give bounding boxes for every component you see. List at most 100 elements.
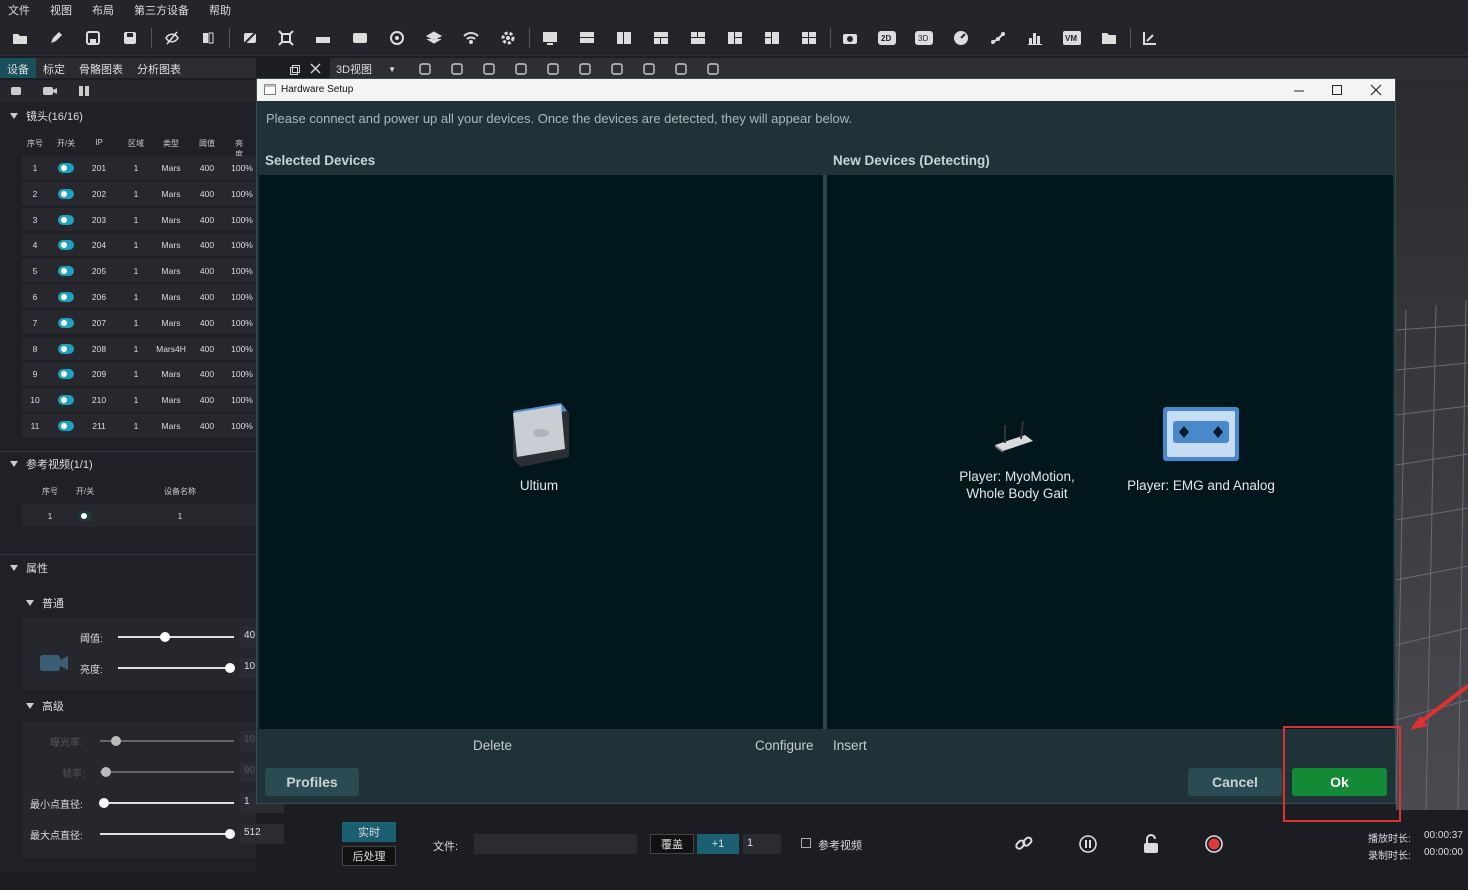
table-row[interactable]: 3 203 1 Mars 400 100% (22, 207, 256, 232)
pencil-icon[interactable] (46, 28, 66, 48)
brightness-slider[interactable] (118, 667, 234, 669)
hide-icon[interactable] (162, 28, 182, 48)
refvideo-checkbox[interactable] (801, 838, 811, 848)
snapshot-icon[interactable] (840, 28, 860, 48)
table-row[interactable]: 8 208 1 Mars4H 400 100% (22, 336, 256, 361)
maximize-icon[interactable] (1329, 82, 1345, 98)
min-diameter-slider[interactable] (100, 802, 234, 804)
table-row[interactable]: 2 202 1 Mars 400 100% (22, 181, 256, 206)
vm-icon[interactable]: VM (1062, 28, 1082, 48)
properties-section-header[interactable]: 属性 (0, 560, 256, 576)
skeleton-icon[interactable] (988, 28, 1008, 48)
refvideo-row[interactable]: 1 1 (22, 504, 256, 528)
camera-off-icon[interactable] (240, 28, 260, 48)
tab-devices[interactable]: 设备 (0, 58, 36, 78)
axis-icon[interactable] (1140, 28, 1160, 48)
layout-hsplit-icon[interactable] (577, 28, 597, 48)
increment-button[interactable]: +1 (697, 834, 739, 854)
advanced-subsection-header[interactable]: 高级 (16, 698, 272, 714)
layout-quad-icon[interactable] (799, 28, 819, 48)
framerate-slider-knob[interactable] (101, 767, 111, 777)
framerate-value[interactable]: 90 (240, 762, 256, 782)
table-row[interactable]: 5 205 1 Mars 400 100% (22, 259, 256, 284)
myomotion-receiver-icon[interactable] (991, 419, 1037, 458)
device-icon[interactable] (10, 85, 22, 100)
layout-three-b-icon[interactable] (688, 28, 708, 48)
max-diameter-slider[interactable] (100, 833, 234, 835)
layout-three-icon[interactable] (651, 28, 671, 48)
layout-three-c-icon[interactable] (725, 28, 745, 48)
dialog-titlebar[interactable]: Hardware Setup (257, 79, 1395, 101)
file-input[interactable] (474, 834, 637, 854)
save-as-icon[interactable] (120, 28, 140, 48)
3d-view-icon[interactable]: 3D (914, 28, 934, 48)
exposure-value[interactable]: 10 (240, 731, 256, 751)
menu-third-party[interactable]: 第三方设备 (134, 2, 189, 18)
configure-action[interactable]: Configure (755, 738, 814, 753)
cancel-button[interactable]: Cancel (1188, 768, 1282, 796)
gear-icon[interactable] (498, 28, 518, 48)
brightness-value[interactable]: 10 (240, 658, 256, 678)
layout-three-d-icon[interactable] (762, 28, 782, 48)
postprocess-button[interactable]: 后处理 (342, 846, 396, 866)
camera-toggle[interactable] (58, 292, 74, 302)
delete-action[interactable]: Delete (473, 738, 512, 753)
unlock-icon[interactable] (1142, 834, 1160, 859)
wifi-icon[interactable] (461, 28, 481, 48)
pause-icon[interactable] (1078, 834, 1098, 859)
layout-vsplit-icon[interactable] (614, 28, 634, 48)
tab-analysis-chart[interactable]: 分析图表 (130, 58, 188, 78)
min-diameter-slider-knob[interactable] (99, 798, 109, 808)
framerate-slider[interactable] (100, 771, 234, 773)
camera-toggle[interactable] (58, 214, 74, 225)
refvideo-section-header[interactable]: 参考视频(1/1) (0, 456, 256, 472)
link-icon[interactable] (1014, 834, 1034, 859)
camera-toggle[interactable] (58, 188, 74, 199)
overwrite-button[interactable]: 覆盖 (650, 834, 694, 854)
menu-view[interactable]: 视图 (50, 2, 72, 18)
ruler-icon[interactable] (313, 28, 333, 48)
camera-toggle[interactable] (58, 317, 74, 328)
mirror-icon[interactable] (198, 28, 218, 48)
camera-toggle[interactable] (58, 266, 74, 277)
refvideo-toggle[interactable] (78, 511, 92, 521)
frame-icon[interactable] (276, 28, 296, 48)
camera-toggle[interactable] (58, 343, 74, 354)
camera-toggle[interactable] (58, 421, 74, 431)
minimize-icon[interactable] (1291, 82, 1307, 98)
table-row[interactable]: 9 209 1 Mars 400 100% (22, 362, 256, 387)
speed-icon[interactable] (951, 28, 971, 48)
3d-viewport[interactable] (1396, 80, 1468, 810)
tab-skeleton-chart[interactable]: 骨骼图表 (72, 58, 130, 78)
threshold-slider[interactable] (118, 636, 234, 638)
table-row[interactable]: 1 201 1 Mars 400 100% (22, 156, 256, 180)
emg-analog-device-icon[interactable] (1163, 407, 1239, 468)
menu-file[interactable]: 文件 (8, 2, 30, 18)
cameras-section-header[interactable]: 镜头(16/16) (0, 108, 256, 124)
table-row[interactable]: 10 210 1 Mars 400 100% (22, 388, 256, 413)
folder-icon[interactable] (1099, 28, 1119, 48)
close-icon[interactable] (1368, 82, 1384, 98)
camera-toggle[interactable] (58, 163, 74, 173)
realtime-button[interactable]: 实时 (342, 822, 396, 842)
view-dropdown[interactable]: 3D视图 ▼ (336, 61, 396, 77)
new-devices-pane[interactable]: Player: MyoMotion, Whole Body Gait Playe… (827, 175, 1393, 729)
tab-calibration[interactable]: 标定 (36, 58, 72, 78)
selected-devices-pane[interactable]: Ultium (259, 175, 823, 729)
threshold-value[interactable]: 40 (240, 627, 256, 647)
open-folder-icon[interactable] (10, 28, 30, 48)
camera-toggle[interactable] (58, 369, 74, 380)
menu-help[interactable]: 帮助 (209, 2, 231, 18)
brightness-slider-knob[interactable] (225, 663, 235, 673)
record-icon[interactable] (1204, 834, 1224, 859)
table-row[interactable]: 7 207 1 Mars 400 100% (22, 310, 256, 335)
table-row[interactable]: 11 211 1 Mars 400 100% (22, 414, 256, 438)
max-diameter-slider-knob[interactable] (225, 829, 235, 839)
profiles-button[interactable]: Profiles (265, 768, 359, 796)
max-diameter-value[interactable]: 512 (240, 824, 284, 844)
grid-icon[interactable] (78, 85, 90, 100)
layers-icon[interactable] (424, 28, 444, 48)
ultium-device-icon[interactable] (509, 403, 571, 474)
camera-toggle[interactable] (58, 240, 74, 251)
table-row[interactable]: 4 204 1 Mars 400 100% (22, 233, 256, 258)
